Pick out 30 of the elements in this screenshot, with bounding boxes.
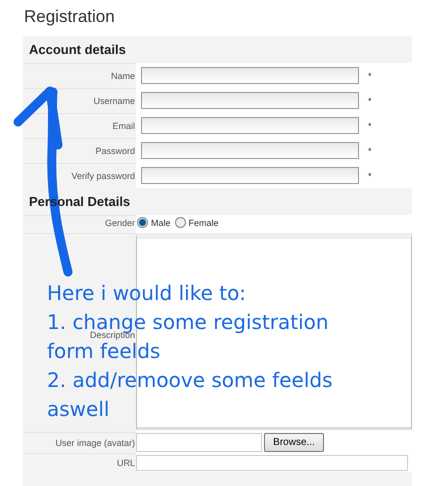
field-label: Name: [23, 63, 136, 88]
input-field[interactable]: [141, 67, 359, 84]
field-label: Gender: [23, 215, 136, 233]
annotation-text: aswell: [47, 399, 110, 420]
radio-button[interactable]: [137, 217, 148, 228]
browse-button[interactable]: Browse...: [264, 433, 324, 452]
required-mark: *: [368, 170, 372, 180]
annotation-text: 2. add/remoove some feelds: [47, 370, 332, 391]
annotation-text: form feelds: [47, 341, 160, 362]
input-field[interactable]: [141, 117, 359, 134]
field-label: URL: [23, 453, 136, 472]
section-title: Account details: [29, 42, 126, 57]
page-title: Registration: [23, 6, 116, 28]
required-mark: *: [368, 120, 372, 130]
input-field[interactable]: [141, 167, 359, 184]
input-field[interactable]: [136, 454, 408, 470]
field-label: User image (avatar): [23, 432, 136, 453]
file-path-field[interactable]: [136, 433, 262, 452]
annotation-text: 1. change some registration: [47, 312, 329, 333]
input-field[interactable]: [141, 92, 359, 109]
required-mark: *: [368, 70, 372, 80]
required-mark: *: [368, 96, 372, 106]
radio-label[interactable]: Female: [188, 218, 219, 228]
input-field[interactable]: [141, 142, 359, 159]
annotation-text: Here i would like to:: [47, 283, 246, 304]
field-label: Password: [23, 138, 136, 163]
radio-label[interactable]: Male: [151, 218, 171, 228]
radio-button[interactable]: [174, 217, 186, 228]
field-label: Verify password: [23, 163, 136, 188]
required-mark: *: [368, 146, 372, 156]
